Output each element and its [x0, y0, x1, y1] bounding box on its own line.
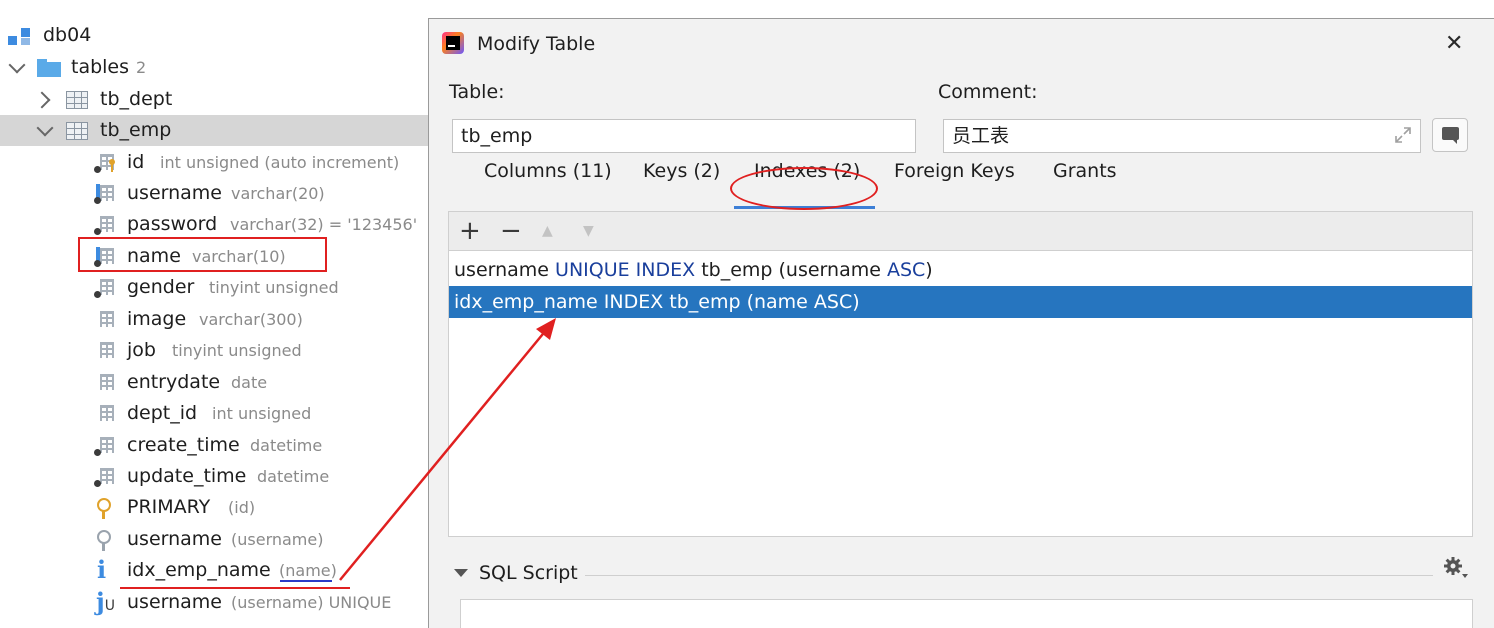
annotation-arrow [339, 318, 556, 581]
